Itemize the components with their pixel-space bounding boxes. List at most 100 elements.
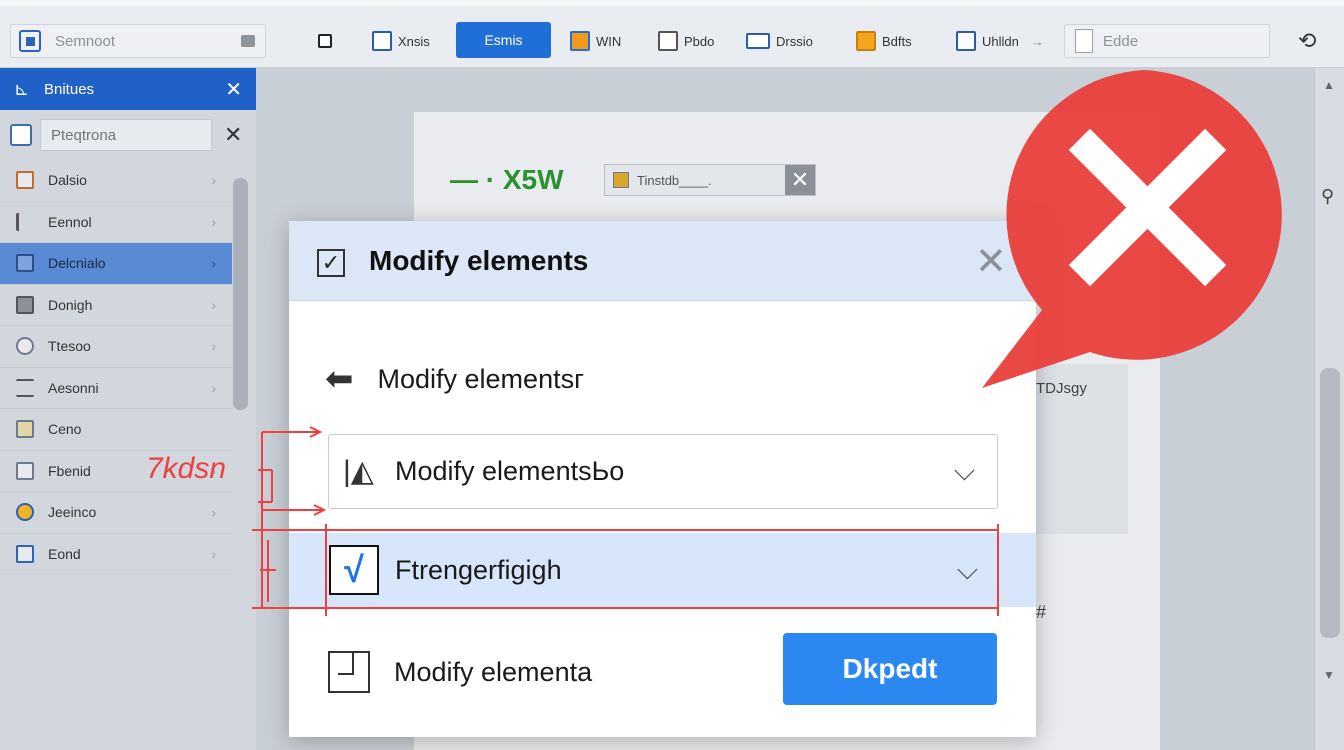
sidebar-item-selected[interactable]: Delcnialo › — [0, 243, 232, 285]
app-icon — [19, 30, 41, 52]
arrow-left-icon[interactable]: ⬅ — [325, 359, 354, 399]
clear-search-icon[interactable]: ✕ — [224, 122, 242, 148]
sidebar-item[interactable]: Aesonni › — [0, 368, 232, 409]
scrollbar-thumb[interactable] — [1320, 368, 1340, 638]
toolbar-search-box[interactable]: Semnoot — [10, 24, 266, 58]
sidebar-title: Bnitues — [44, 80, 95, 98]
page-icon — [1075, 29, 1093, 53]
pin-icon[interactable]: ⚲ — [1321, 186, 1334, 207]
input-close-icon[interactable]: ✕ — [785, 165, 815, 195]
right-scrollbar[interactable]: ▲ ⚲ ▼ — [1314, 68, 1344, 750]
search-icon — [16, 337, 34, 356]
image-icon — [16, 544, 34, 563]
grid-icon — [372, 31, 392, 51]
sidebar-scrollbar[interactable] — [233, 178, 248, 410]
toolbar-button-square[interactable] — [318, 26, 332, 56]
toolbar-label: Drssio — [776, 33, 813, 49]
layout-option-row[interactable]: Modify elementa — [328, 651, 592, 693]
sidebar-header: ⊾ Bnitues ✕ — [0, 68, 256, 110]
sidebar-item[interactable]: Ttesoo › — [0, 326, 232, 368]
sidebar-filter-icon[interactable] — [10, 124, 32, 146]
toolbar-button-win[interactable]: WIN — [570, 26, 621, 56]
scroll-down-icon[interactable]: ▼ — [1323, 668, 1335, 682]
chevron-right-icon: › — [211, 338, 216, 355]
toolbar-button-pbdo[interactable]: Pbdo — [658, 26, 714, 56]
document-input[interactable]: Tinstdb____. ✕ — [604, 164, 816, 196]
dialog-header: ✓ Modify elements ✕ — [289, 221, 1036, 301]
chevron-right-icon: › — [211, 172, 216, 189]
bar-icon — [16, 212, 34, 231]
toolbar-label: Pbdo — [684, 33, 715, 49]
scroll-up-icon[interactable]: ▲ — [1323, 78, 1335, 92]
camera-icon[interactable] — [241, 35, 255, 47]
sidebar-search: ✕ — [0, 110, 256, 160]
sidebar-item-label: Eennol — [48, 213, 92, 230]
error-callout — [980, 70, 1300, 400]
toolbar-label: Xnsis — [398, 33, 430, 49]
toolbar-label: Bdfts — [882, 33, 912, 49]
toolbar-top-strip — [0, 0, 1344, 6]
toolbar-address-box[interactable]: Edde — [1064, 24, 1270, 58]
globe-icon — [16, 503, 34, 522]
chevron-right-icon: › — [211, 213, 216, 230]
table-icon — [746, 33, 770, 49]
sidebar-search-input[interactable] — [40, 119, 212, 151]
file-icon — [16, 171, 34, 190]
toolbar: Semnoot Xnsis Esmis WIN Pbdo Drssio Bdft… — [0, 0, 1344, 68]
toolbar-active-label: Esmis — [484, 32, 523, 48]
back-row[interactable]: ⬅ Modify elementsг — [325, 359, 584, 399]
chart-icon — [16, 254, 34, 273]
folder-icon — [856, 31, 876, 51]
toolbar-label: Uhlldn — [982, 33, 1019, 49]
toolbar-button-uhlldn[interactable]: Uhlldn → — [956, 26, 1044, 56]
toolbar-label: WIN — [596, 33, 622, 49]
toolbar-address-text: Edde — [1103, 32, 1139, 50]
document-input-text: Tinstdb____. — [637, 172, 712, 188]
dialog-title: Modify elements — [369, 245, 589, 276]
sidebar-item-label: Donigh — [48, 296, 93, 313]
sidebar-close-icon[interactable]: ✕ — [225, 77, 242, 102]
document-icon — [16, 461, 34, 480]
error-x-icon — [982, 70, 1282, 388]
primary-button[interactable]: Dkpedt — [783, 633, 997, 705]
toolbar-button-drssio[interactable]: Drssio — [746, 26, 813, 56]
sidebar-item-label: Eond — [48, 545, 81, 562]
sidebar-item-label: Aesonni — [48, 379, 99, 396]
checkbox-icon: ✓ — [317, 249, 345, 277]
block-icon — [16, 295, 34, 314]
sidebar-item-label: Dalsio — [48, 172, 87, 189]
sidebar-item[interactable]: Dalsio › — [0, 160, 232, 202]
arrow-right-icon: → — [1030, 33, 1044, 49]
sidebar-item[interactable]: Donigh › — [0, 285, 232, 326]
sidebar-item-label: Delcnialo — [48, 255, 106, 272]
document-mark: # — [1036, 602, 1047, 622]
sidebar-item-label: Fbenid — [48, 462, 91, 479]
document-icon — [658, 31, 678, 51]
chevron-right-icon: › — [211, 255, 216, 272]
toolbar-button-xnsis[interactable]: Xnsis — [372, 26, 430, 56]
square-icon — [318, 34, 332, 48]
sidebar-item[interactable]: Eennol › — [0, 202, 232, 243]
chevron-right-icon: › — [211, 296, 216, 313]
layout-icon — [328, 651, 370, 693]
annotation-label: 7kdsn — [146, 452, 227, 485]
field-icon — [613, 172, 629, 188]
annotation-overlay — [140, 420, 1020, 620]
sidebar: ⊾ Bnitues ✕ ✕ Dalsio › Eennol › Delcnialo ›… — [0, 68, 256, 750]
upload-icon — [956, 31, 976, 51]
folder-icon — [16, 420, 34, 439]
toolbar-button-active[interactable]: Esmis — [456, 22, 551, 58]
layout-option-label: Modify elementa — [394, 656, 593, 687]
annotation-lines — [252, 426, 999, 616]
list-icon — [16, 378, 34, 397]
sidebar-item-label: Ttesoo — [48, 338, 91, 355]
sidebar-item-label: Ceno — [48, 421, 82, 438]
chevron-right-icon: › — [211, 379, 216, 396]
toolbar-search-text: Semnoot — [55, 32, 116, 50]
toolbar-menu-icon[interactable]: ⟲ — [1298, 26, 1316, 56]
back-row-label: Modify elementsг — [377, 363, 584, 394]
toolbar-button-bdfts[interactable]: Bdfts — [856, 26, 912, 56]
chart-icon: ⊾ — [14, 78, 30, 99]
layout-icon — [570, 31, 590, 51]
sidebar-item-label: Jeeinco — [48, 504, 97, 521]
